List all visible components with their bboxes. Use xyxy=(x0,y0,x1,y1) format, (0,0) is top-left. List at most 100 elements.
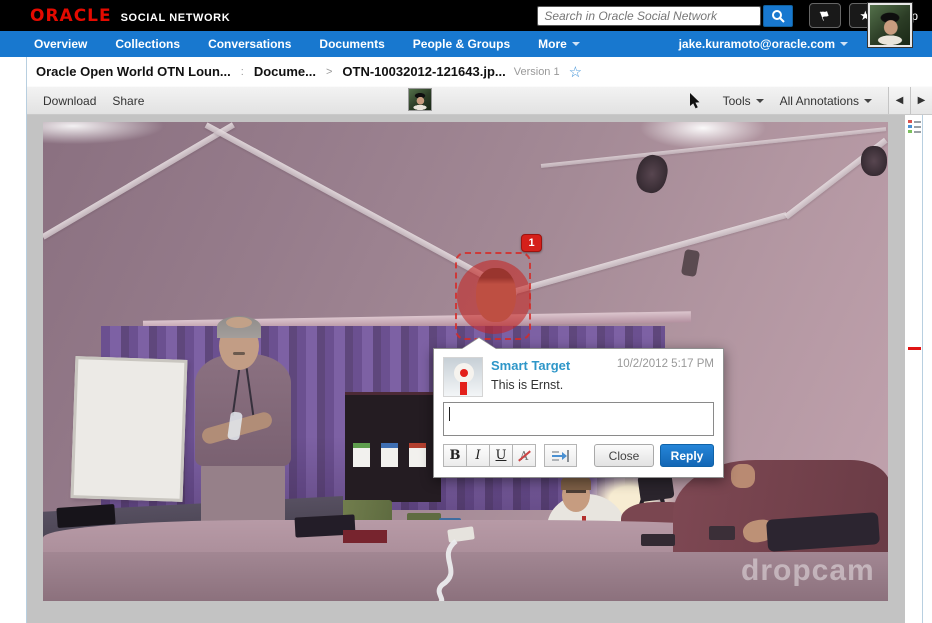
text-caret xyxy=(449,407,450,421)
bold-button[interactable]: B xyxy=(443,444,467,467)
counter-object xyxy=(641,534,675,546)
insert-button[interactable] xyxy=(544,444,577,467)
breadcrumb-separator: : xyxy=(241,66,244,78)
legend-square xyxy=(908,120,912,123)
popup-arrow xyxy=(462,338,496,349)
legend-line xyxy=(914,126,921,128)
red-box xyxy=(343,530,387,543)
annotations-filter-label: All Annotations xyxy=(780,94,859,108)
standing-man-torso xyxy=(195,354,291,466)
placard xyxy=(409,443,426,467)
product-name: SOCIAL NETWORK xyxy=(121,12,231,24)
annotation-list-icon[interactable] xyxy=(908,120,921,133)
ceiling-light xyxy=(861,146,887,176)
ceiling-bracket xyxy=(681,249,700,277)
nav-item-collections[interactable]: Collections xyxy=(115,37,180,51)
select-tool-button[interactable] xyxy=(688,93,707,109)
foreground-man-neck xyxy=(731,464,755,488)
nav-more-label: More xyxy=(538,37,567,51)
user-email: jake.kuramoto@oracle.com xyxy=(679,37,835,51)
nav-item-people-groups[interactable]: People & Groups xyxy=(413,37,510,51)
oracle-logo: ORACLE SOCIAL NETWORK xyxy=(30,6,230,26)
search-icon xyxy=(771,9,785,23)
nav-item-overview[interactable]: Overview xyxy=(34,37,87,51)
annotation-header: 10/2/2012 5:17 PM Smart Target This is E… xyxy=(434,349,723,396)
left-gutter xyxy=(0,57,27,623)
chevron-down-icon xyxy=(756,99,764,103)
annotation-popup: 10/2/2012 5:17 PM Smart Target This is E… xyxy=(433,348,724,478)
annotation-rail xyxy=(905,115,932,623)
reply-input[interactable] xyxy=(443,402,714,436)
annotation-count-badge[interactable]: 1 xyxy=(521,234,542,252)
cursor-icon xyxy=(688,93,701,109)
chevron-down-icon xyxy=(840,42,848,46)
underline-button[interactable]: U xyxy=(489,444,513,467)
placard xyxy=(353,443,370,467)
tools-menu[interactable]: Tools xyxy=(723,94,764,108)
toolbar-right-group: Tools All Annotations ◀ ▶ xyxy=(688,87,932,114)
breadcrumb-separator: > xyxy=(326,66,332,78)
flag-button[interactable]: ⚑ xyxy=(809,3,841,28)
favorite-star-icon[interactable]: ☆ xyxy=(569,63,582,81)
nav-item-documents[interactable]: Documents xyxy=(319,37,384,51)
version-label: Version 1 xyxy=(514,66,560,78)
white-cable xyxy=(428,537,478,601)
annotation-author[interactable]: Smart Target xyxy=(491,358,570,373)
document-viewer: dropcam 1 10/2/2012 5:17 PM Smart Target… xyxy=(27,115,905,623)
search-input[interactable] xyxy=(537,6,761,26)
rail-divider xyxy=(922,115,923,623)
viewer-presence-avatar[interactable] xyxy=(408,88,432,111)
tent-beam xyxy=(43,122,235,239)
breadcrumb-conversation[interactable]: Oracle Open World OTN Loun... xyxy=(36,64,231,79)
glasses xyxy=(566,490,586,493)
insert-icon xyxy=(552,450,570,462)
author-avatar[interactable] xyxy=(443,357,483,397)
whiteboard xyxy=(71,356,188,502)
previous-annotation-button[interactable]: ◀ xyxy=(888,87,910,114)
pin-icon xyxy=(460,369,468,377)
user-menu[interactable]: jake.kuramoto@oracle.com xyxy=(679,37,848,51)
chevron-down-icon xyxy=(864,99,872,103)
annotation-footer: B I U A Close Reply xyxy=(434,436,723,477)
document-toolbar: Download Share Tools All Annotations ◀ ▶ xyxy=(27,86,932,115)
reply-button[interactable]: Reply xyxy=(660,444,714,467)
tent-beam xyxy=(541,127,886,168)
topbar: ORACLE SOCIAL NETWORK ⚑ ★ Help xyxy=(0,0,932,31)
tools-label: Tools xyxy=(723,94,751,108)
breadcrumb: Oracle Open World OTN Loun... : Docume..… xyxy=(0,57,932,86)
pin-icon xyxy=(460,382,467,395)
clear-formatting-button[interactable]: A xyxy=(512,444,536,467)
legend-square xyxy=(908,125,912,128)
display-board xyxy=(345,392,441,502)
italic-button[interactable]: I xyxy=(466,444,490,467)
oracle-wordmark: ORACLE xyxy=(30,6,112,26)
flag-icon: ⚑ xyxy=(817,6,833,25)
user-avatar[interactable] xyxy=(868,3,912,47)
placard xyxy=(381,443,398,467)
annotation-highlight[interactable] xyxy=(457,260,531,334)
nav-item-more[interactable]: More xyxy=(538,37,580,51)
close-button[interactable]: Close xyxy=(594,444,654,467)
breadcrumb-folder[interactable]: Docume... xyxy=(254,64,316,79)
download-button[interactable]: Download xyxy=(43,94,96,108)
oracle-social-network-app: ORACLE SOCIAL NETWORK ⚑ ★ Help Overview … xyxy=(0,0,932,623)
breadcrumb-file: OTN-10032012-121643.jp... xyxy=(342,64,505,79)
share-button[interactable]: Share xyxy=(112,94,144,108)
tent-beam xyxy=(515,212,787,294)
next-annotation-button[interactable]: ▶ xyxy=(910,87,932,114)
ceiling-light xyxy=(633,152,671,196)
nav-item-conversations[interactable]: Conversations xyxy=(208,37,291,51)
annotation-timestamp: 10/2/2012 5:17 PM xyxy=(617,358,714,370)
annotation-message: This is Ernst. xyxy=(491,378,714,392)
watermark: dropcam xyxy=(741,554,875,588)
legend-line xyxy=(914,131,921,133)
search-button[interactable] xyxy=(763,5,793,27)
annotation-position-marker[interactable] xyxy=(908,347,921,350)
standing-man-hair xyxy=(226,317,252,328)
legend-square xyxy=(908,130,912,133)
annotations-filter-menu[interactable]: All Annotations xyxy=(780,94,872,108)
main-navbar: Overview Collections Conversations Docum… xyxy=(0,31,932,57)
chevron-down-icon xyxy=(572,42,580,46)
global-search xyxy=(537,5,793,27)
standing-man-mustache xyxy=(233,352,245,355)
